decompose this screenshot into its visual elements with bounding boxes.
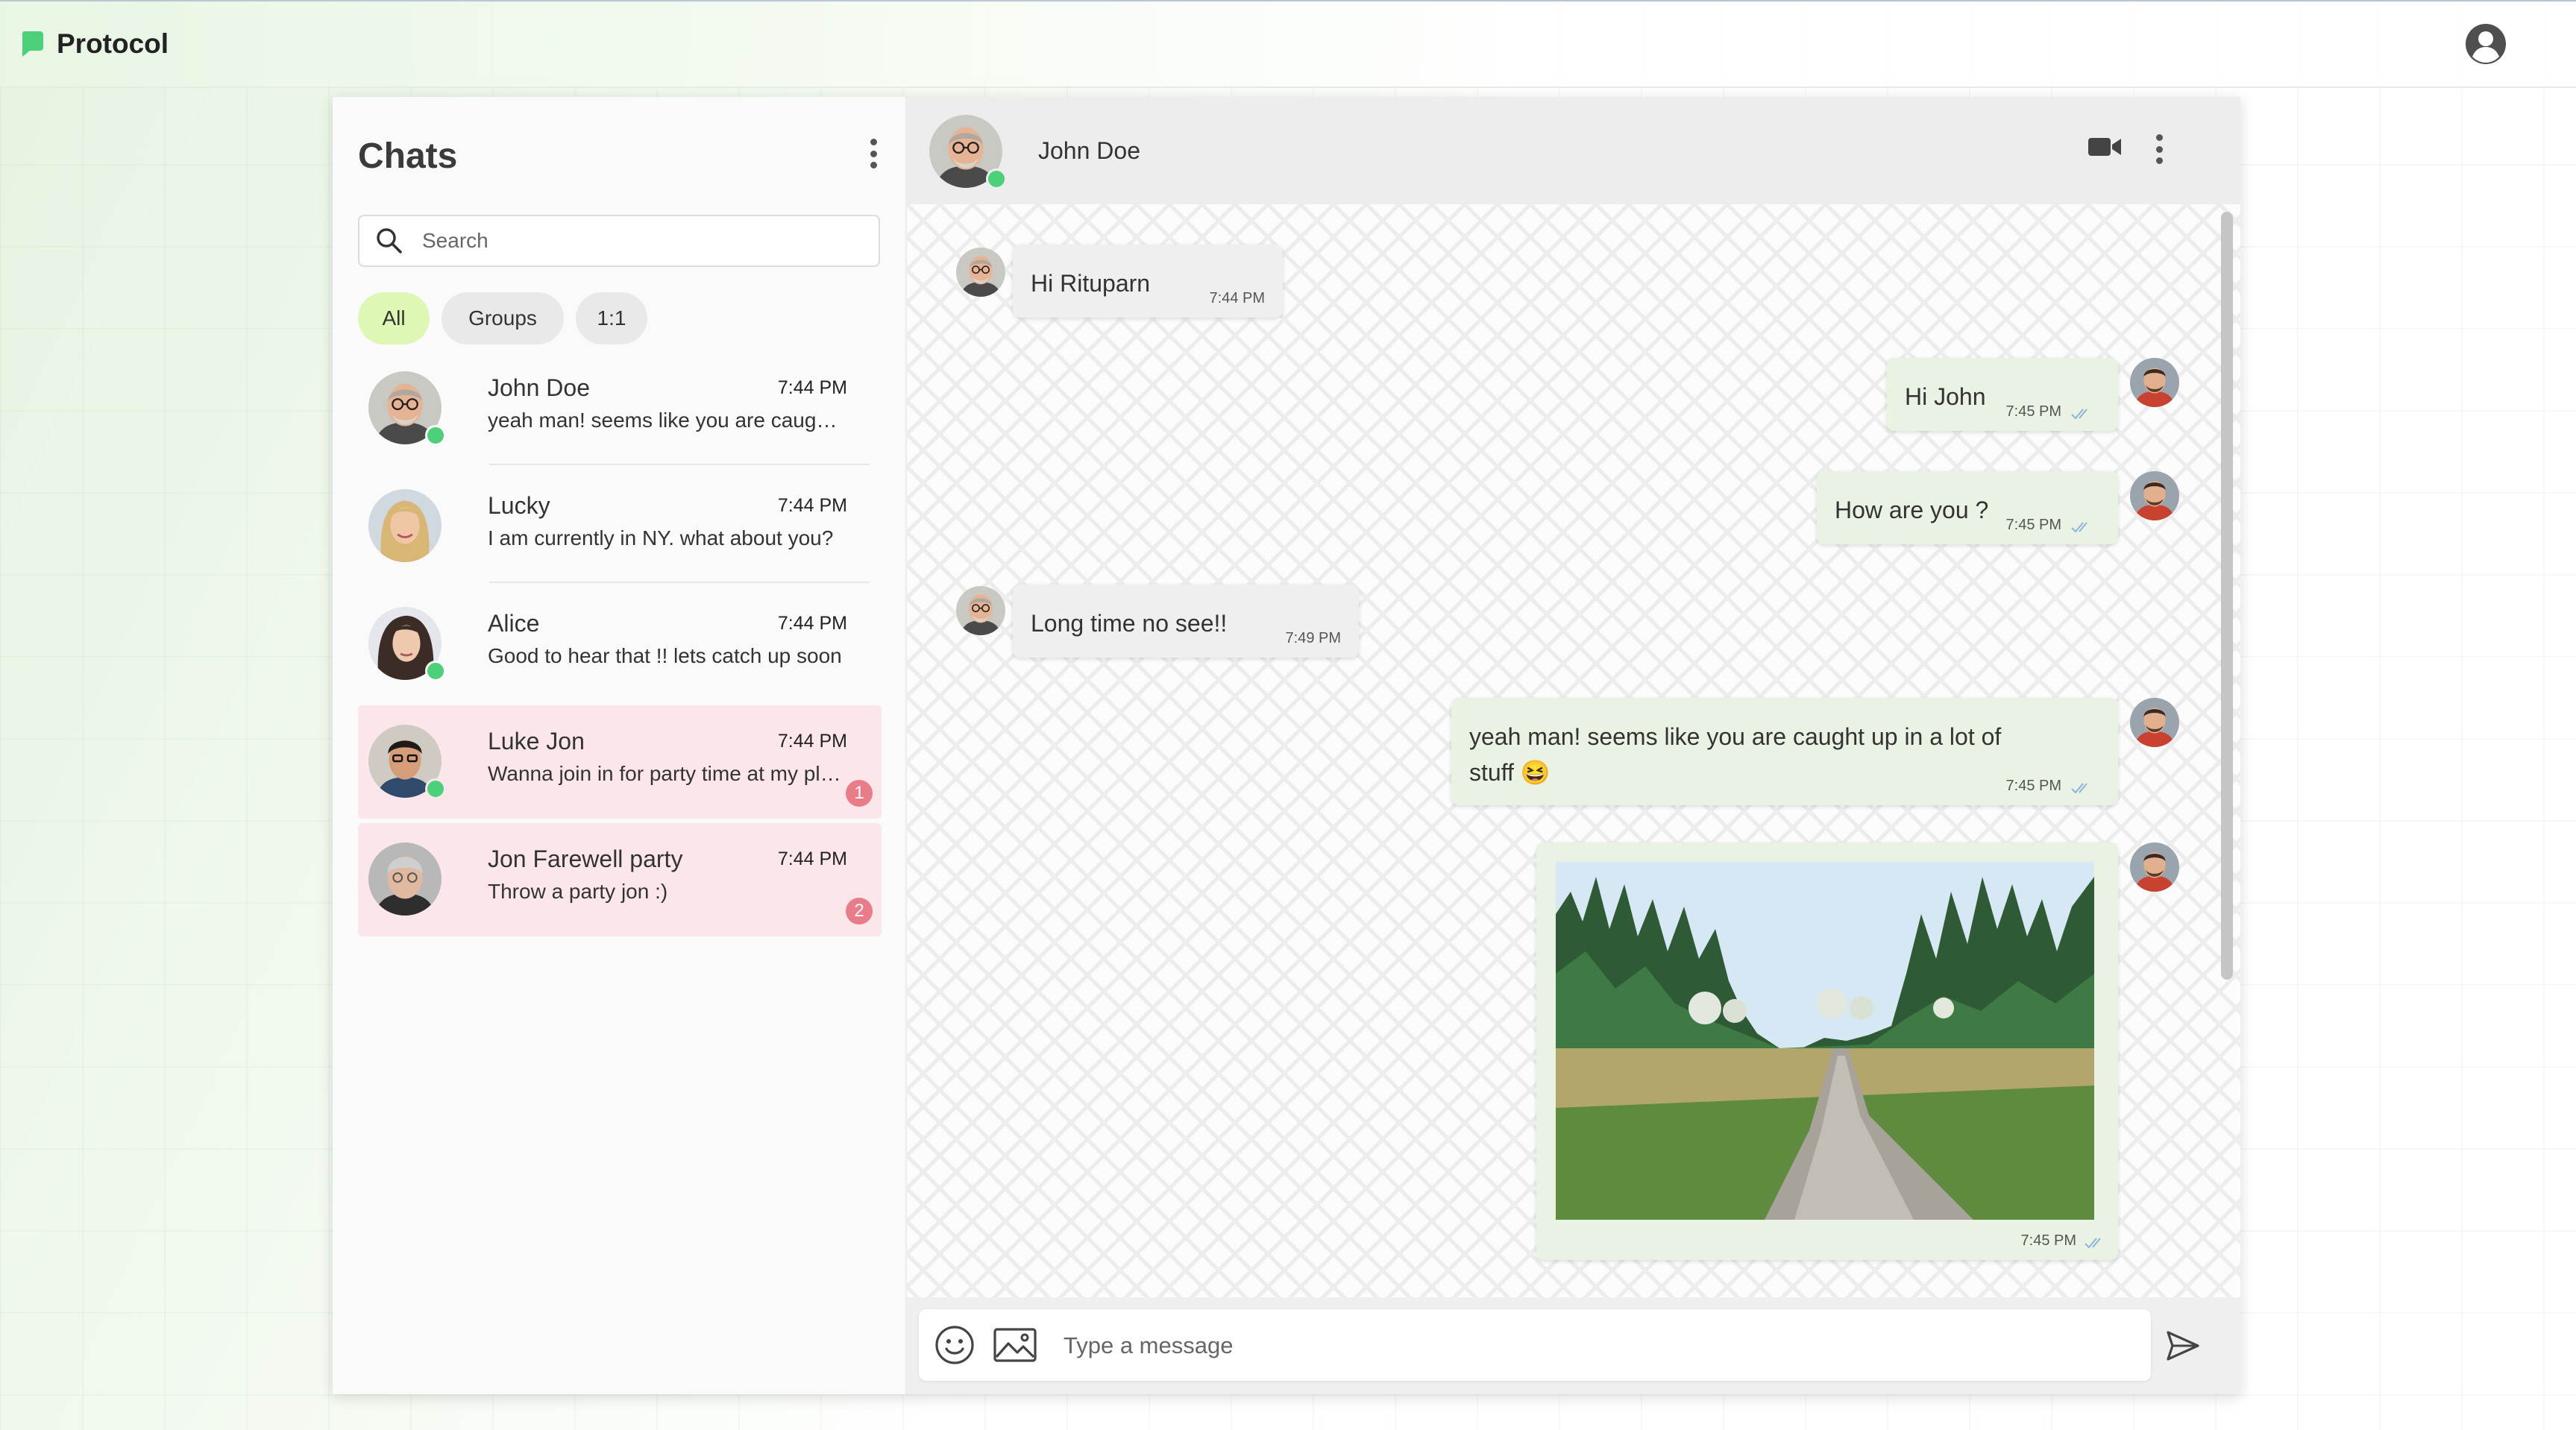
message-text: Hi Rituparn [1031, 270, 1151, 297]
image-attach-icon[interactable] [993, 1327, 1037, 1363]
avatar [368, 489, 442, 562]
conversation-more-options-icon[interactable] [2154, 134, 2164, 164]
read-receipt-icon [2070, 407, 2096, 421]
outgoing-image-message: 7:45 PM [1536, 842, 2118, 1260]
account-circle-icon[interactable] [2464, 22, 2507, 66]
unread-count-badge: 2 [846, 898, 873, 925]
app-name: Protocol [57, 28, 169, 59]
incoming-message: Hi Rituparn 7:44 PM [1013, 245, 1283, 318]
chat-list-item[interactable]: Luke Jon 7:44 PM Wanna join in for party… [358, 705, 882, 819]
emoji-icon[interactable] [934, 1324, 976, 1366]
avatar [368, 842, 442, 916]
search-input[interactable] [421, 228, 841, 253]
my-avatar [2130, 698, 2179, 747]
chat-preview: Wanna join in for party time at my place [488, 762, 846, 785]
divider [489, 464, 870, 465]
sender-avatar [956, 248, 1005, 297]
read-receipt-icon [2084, 1236, 2109, 1250]
chat-time: 7:44 PM [777, 613, 847, 634]
outgoing-message: Hi John 7:45 PM [1887, 358, 2118, 431]
message-composer [907, 1297, 2240, 1394]
chat-preview: Good to hear that !! lets catch up soon [488, 644, 842, 667]
shared-photo[interactable] [1556, 862, 2094, 1220]
my-avatar [2130, 358, 2179, 407]
online-indicator [425, 778, 446, 799]
chat-name: Luke Jon [488, 728, 585, 755]
contact-name: John Doe [1038, 137, 1140, 164]
chat-time: 7:44 PM [777, 377, 847, 398]
app-logo[interactable]: Protocol [21, 28, 169, 60]
top-bar: Protocol [0, 0, 2576, 88]
read-receipt-icon [2070, 781, 2096, 795]
message-time: 7:45 PM [2020, 1232, 2076, 1249]
message-text: How are you ? [1835, 497, 1989, 523]
chat-bubble-logo-icon [22, 31, 43, 57]
chat-list-item[interactable]: Alice 7:44 PM Good to hear that !! lets … [358, 588, 882, 701]
message-text: Long time no see!! [1031, 610, 1228, 637]
my-avatar [2130, 471, 2179, 520]
conversation-pane: John Doe Hi Rituparn 7:44 PM Hi John 7:4… [907, 97, 2240, 1394]
chat-app-panel: Chats All Groups 1:1 John Doe 7:44 PM ye… [333, 97, 2240, 1394]
chat-preview: I am currently in NY. what about you? [488, 526, 834, 549]
filter-groups[interactable]: Groups [442, 292, 564, 344]
chats-sidebar: Chats All Groups 1:1 John Doe 7:44 PM ye… [333, 97, 907, 1394]
online-indicator [986, 168, 1007, 189]
filter-all[interactable]: All [358, 292, 430, 344]
search-box [358, 215, 880, 267]
message-time: 7:45 PM [2005, 778, 2061, 794]
chat-list-item[interactable]: Jon Farewell party 7:44 PM Throw a party… [358, 823, 882, 936]
message-time: 7:45 PM [2005, 403, 2061, 420]
my-avatar [2130, 842, 2179, 892]
chat-time: 7:44 PM [777, 731, 847, 752]
search-icon [377, 228, 402, 253]
outgoing-message: How are you ? 7:45 PM [1817, 471, 2118, 544]
message-time: 7:45 PM [2005, 517, 2061, 533]
message-field [919, 1309, 2151, 1381]
message-text: yeah man! seems like you are caught up i… [1469, 723, 2002, 786]
chat-preview: Throw a party jon :) [488, 880, 668, 903]
online-indicator [425, 661, 446, 681]
video-call-icon[interactable] [2087, 136, 2123, 158]
conversation-header: John Doe [907, 97, 2240, 204]
sender-avatar [956, 586, 1005, 635]
chat-time: 7:44 PM [777, 848, 847, 869]
chats-title: Chats [358, 136, 458, 176]
messages-area[interactable]: Hi Rituparn 7:44 PM Hi John 7:45 PM How … [907, 204, 2240, 1394]
message-input[interactable] [1062, 1327, 2109, 1364]
chat-list-item[interactable]: Lucky 7:44 PM I am currently in NY. what… [358, 470, 882, 583]
scrollbar[interactable] [2221, 212, 2233, 980]
chat-time: 7:44 PM [777, 495, 847, 516]
online-indicator [425, 425, 446, 446]
chat-name: Jon Farewell party [488, 845, 683, 872]
message-time: 7:44 PM [1209, 290, 1265, 306]
message-time: 7:49 PM [1285, 630, 1341, 646]
filter-one-to-one[interactable]: 1:1 [576, 292, 647, 344]
chat-name: Alice [488, 610, 540, 637]
send-icon[interactable] [2166, 1330, 2200, 1361]
chat-list-item[interactable]: John Doe 7:44 PM yeah man! seems like yo… [358, 352, 882, 465]
message-text: Hi John [1905, 383, 1986, 410]
read-receipt-icon [2070, 520, 2096, 534]
divider [489, 582, 870, 583]
outgoing-message: yeah man! seems like you are caught up i… [1451, 698, 2118, 805]
chat-preview: yeah man! seems like you are caught up i… [488, 409, 846, 432]
sidebar-more-options-icon[interactable] [868, 139, 879, 168]
unread-count-badge: 1 [846, 780, 873, 807]
incoming-message: Long time no see!! 7:49 PM [1013, 585, 1359, 658]
chat-name: John Doe [488, 374, 590, 401]
chat-name: Lucky [488, 492, 550, 519]
